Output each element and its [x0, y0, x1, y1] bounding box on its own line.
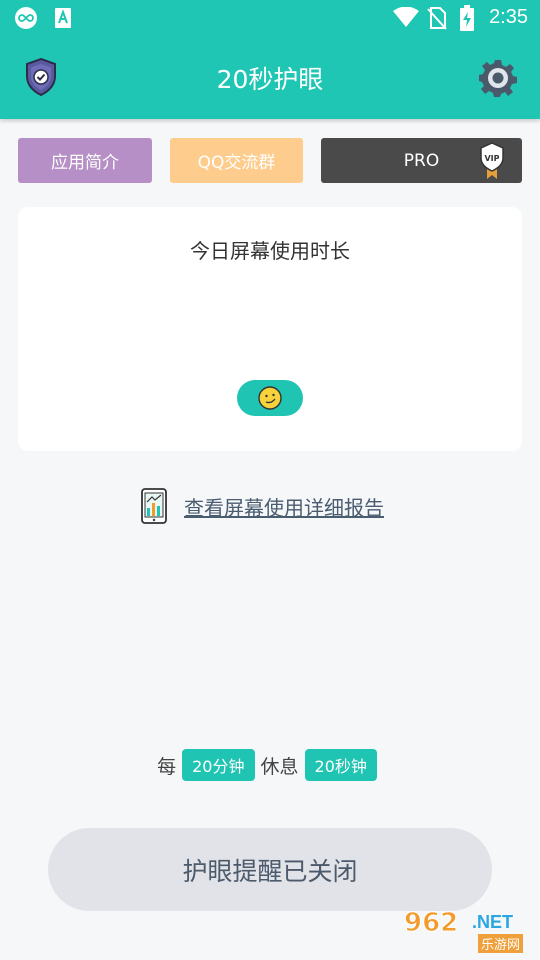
phone-chart-icon — [141, 488, 167, 524]
status-bar: 2:35 — [0, 0, 540, 36]
app-header: 2:35 20秒护眼 — [0, 0, 540, 119]
pro-button[interactable]: PRO VIP — [321, 138, 522, 183]
smiley-icon — [258, 386, 282, 410]
screen-time-card: 今日屏幕使用时长 — [18, 207, 522, 451]
eye-care-toggle-button[interactable]: 护眼提醒已关闭 — [48, 828, 492, 911]
status-time: 2:35 — [489, 6, 528, 28]
pro-label: PRO — [403, 150, 440, 171]
text-app-icon — [55, 8, 71, 28]
vip-badge-icon: VIP — [480, 142, 504, 179]
card-title: 今日屏幕使用时长 — [190, 239, 350, 263]
qq-group-button[interactable]: QQ交流群 — [170, 138, 303, 183]
gear-icon[interactable] — [478, 58, 518, 98]
report-link-text[interactable]: 查看屏幕使用详细报告 — [184, 492, 384, 521]
watermark-number: 962 — [403, 908, 459, 939]
reminder-interval-row: 每 20分钟 休息 20秒钟 — [0, 749, 540, 781]
infinity-app-icon — [15, 7, 37, 29]
vip-badge-text: VIP — [484, 154, 499, 163]
battery-charging-icon — [460, 5, 474, 31]
rest-duration-chip[interactable]: 20秒钟 — [304, 749, 377, 781]
interval-prefix: 每 — [157, 755, 177, 778]
watermark-cn: 乐游网 — [478, 934, 524, 953]
work-duration-chip[interactable]: 20分钟 — [182, 749, 255, 781]
detailed-report-link[interactable]: 查看屏幕使用详细报告 — [140, 488, 384, 524]
app-title: 20秒护眼 — [216, 65, 324, 94]
site-watermark: 962 .NET 乐游网 — [403, 908, 534, 954]
app-intro-button[interactable]: 应用简介 — [18, 138, 152, 183]
wifi-icon — [393, 7, 419, 27]
no-sim-icon — [427, 7, 447, 30]
interval-middle: 休息 — [260, 755, 299, 778]
watermark-suffix: .NET — [472, 912, 514, 932]
screen-time-indicator — [237, 380, 303, 416]
